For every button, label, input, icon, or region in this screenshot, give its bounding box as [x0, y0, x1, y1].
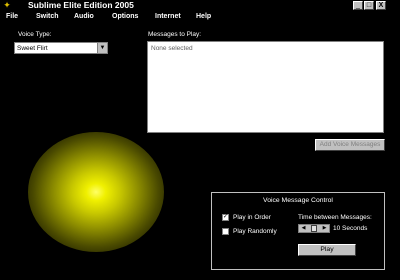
menu-switch[interactable]: Switch: [36, 11, 59, 22]
arrow-right-icon[interactable]: ▶: [320, 225, 329, 232]
arrow-left-icon[interactable]: ◀: [299, 225, 308, 232]
voice-type-label: Voice Type:: [18, 31, 52, 38]
play-randomly-checkbox[interactable]: [222, 228, 229, 235]
spinner-thumb[interactable]: [311, 225, 317, 232]
panel-title: Voice Message Control: [263, 197, 333, 204]
minimize-button[interactable]: _: [353, 1, 363, 10]
time-between-value: 10 Seconds: [333, 225, 368, 232]
menu-help[interactable]: Help: [196, 11, 211, 22]
messages-list[interactable]: None selected: [147, 41, 384, 133]
maximize-button[interactable]: □: [364, 1, 374, 10]
menu-file[interactable]: File: [6, 11, 18, 22]
menu-options[interactable]: Options: [112, 11, 138, 22]
play-button[interactable]: Play: [298, 244, 356, 256]
time-between-spinner[interactable]: ◀ ▶: [298, 224, 330, 233]
voice-type-select[interactable]: Sweet Flirt ▼: [14, 42, 108, 54]
close-button[interactable]: X: [376, 1, 386, 10]
glowing-orb: [28, 132, 164, 252]
menu-bar: File Switch Audio Options Internet Help: [0, 11, 400, 22]
time-between-label: Time between Messages:: [298, 214, 372, 221]
menu-internet[interactable]: Internet: [155, 11, 181, 22]
play-in-order-checkbox[interactable]: ✓: [222, 214, 229, 221]
menu-audio[interactable]: Audio: [74, 11, 94, 22]
wrench-icon[interactable]: ✦: [2, 1, 12, 10]
voice-type-value: Sweet Flirt: [17, 45, 48, 52]
voice-message-control-panel: Voice Message Control ✓ Play in Order Pl…: [211, 192, 385, 270]
add-voice-messages-button[interactable]: Add Voice Messages: [315, 139, 385, 151]
play-randomly-label: Play Randomly: [233, 228, 277, 235]
window-title: Sublime Elite Edition 2005: [28, 0, 134, 10]
chevron-down-icon[interactable]: ▼: [97, 43, 107, 53]
messages-placeholder: None selected: [151, 45, 193, 52]
play-in-order-label: Play in Order: [233, 214, 271, 221]
title-bar: ✦ Sublime Elite Edition 2005 _ □ X: [0, 0, 400, 11]
messages-label: Messages to Play:: [148, 31, 202, 38]
